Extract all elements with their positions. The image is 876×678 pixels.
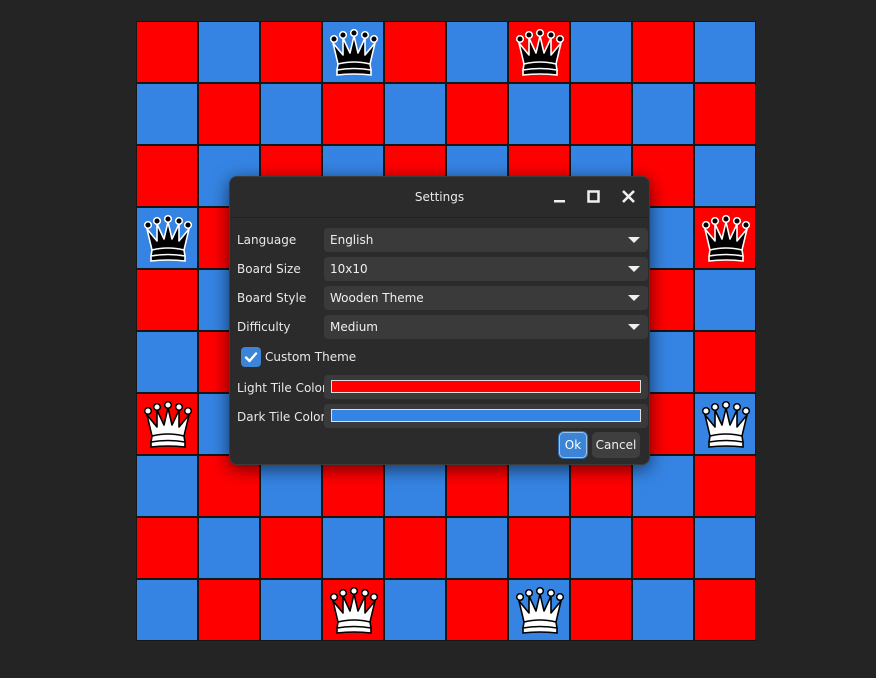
board-square[interactable] bbox=[632, 83, 694, 145]
board-size-label: Board Size bbox=[237, 262, 301, 276]
board-square[interactable] bbox=[570, 21, 632, 83]
board-square[interactable] bbox=[322, 83, 384, 145]
dark-tile-color-label: Dark Tile Color bbox=[237, 410, 326, 424]
black-queen-icon bbox=[143, 214, 193, 262]
close-button[interactable] bbox=[619, 187, 639, 207]
board-square[interactable] bbox=[694, 21, 756, 83]
black-queen-icon bbox=[701, 214, 751, 262]
black-queen-icon bbox=[329, 28, 379, 76]
board-square[interactable] bbox=[632, 21, 694, 83]
board-square[interactable] bbox=[694, 83, 756, 145]
board-square[interactable] bbox=[384, 83, 446, 145]
light-tile-color-label: Light Tile Color bbox=[237, 381, 327, 395]
white-queen-icon bbox=[701, 400, 751, 448]
board-square[interactable] bbox=[632, 517, 694, 579]
black-queen-icon bbox=[515, 28, 565, 76]
board-square[interactable] bbox=[694, 517, 756, 579]
board-square[interactable] bbox=[632, 579, 694, 641]
language-select[interactable]: English bbox=[324, 228, 648, 252]
board-square[interactable] bbox=[260, 21, 322, 83]
settings-dialog: Settings Language English Board Size 10x… bbox=[229, 176, 650, 465]
light-tile-color-picker[interactable] bbox=[324, 375, 648, 399]
chevron-down-icon bbox=[628, 295, 640, 301]
board-square[interactable] bbox=[136, 455, 198, 517]
board-square[interactable] bbox=[322, 21, 384, 83]
board-square[interactable] bbox=[694, 331, 756, 393]
board-square[interactable] bbox=[322, 579, 384, 641]
board-square[interactable] bbox=[198, 517, 260, 579]
board-square[interactable] bbox=[136, 207, 198, 269]
board-style-value: Wooden Theme bbox=[330, 291, 424, 305]
board-square[interactable] bbox=[136, 331, 198, 393]
difficulty-value: Medium bbox=[330, 320, 378, 334]
board-square[interactable] bbox=[694, 393, 756, 455]
language-value: English bbox=[330, 233, 374, 247]
board-square[interactable] bbox=[260, 579, 322, 641]
white-queen-icon bbox=[143, 400, 193, 448]
board-square[interactable] bbox=[384, 21, 446, 83]
board-square[interactable] bbox=[508, 21, 570, 83]
language-label: Language bbox=[237, 233, 297, 247]
board-square[interactable] bbox=[694, 579, 756, 641]
board-square[interactable] bbox=[446, 21, 508, 83]
board-square[interactable] bbox=[260, 517, 322, 579]
board-square[interactable] bbox=[694, 455, 756, 517]
ok-button[interactable]: Ok bbox=[559, 432, 587, 458]
board-style-label: Board Style bbox=[237, 291, 307, 305]
board-square[interactable] bbox=[446, 83, 508, 145]
board-square[interactable] bbox=[384, 579, 446, 641]
board-square[interactable] bbox=[136, 393, 198, 455]
board-square[interactable] bbox=[694, 145, 756, 207]
board-size-select[interactable]: 10x10 bbox=[324, 257, 648, 281]
board-square[interactable] bbox=[384, 517, 446, 579]
board-square[interactable] bbox=[570, 517, 632, 579]
board-square[interactable] bbox=[198, 83, 260, 145]
dark-tile-color-swatch bbox=[331, 409, 641, 422]
custom-theme-checkbox[interactable] bbox=[241, 347, 261, 367]
difficulty-select[interactable]: Medium bbox=[324, 315, 648, 339]
dialog-titlebar: Settings bbox=[230, 177, 649, 218]
chevron-down-icon bbox=[628, 237, 640, 243]
board-style-select[interactable]: Wooden Theme bbox=[324, 286, 648, 310]
board-square[interactable] bbox=[508, 579, 570, 641]
board-square[interactable] bbox=[136, 145, 198, 207]
board-square[interactable] bbox=[136, 579, 198, 641]
chevron-down-icon bbox=[628, 324, 640, 330]
checkmark-icon bbox=[244, 352, 258, 363]
board-square[interactable] bbox=[198, 21, 260, 83]
board-size-value: 10x10 bbox=[330, 262, 368, 276]
white-queen-icon bbox=[515, 586, 565, 634]
board-square[interactable] bbox=[446, 517, 508, 579]
board-square[interactable] bbox=[322, 517, 384, 579]
close-icon bbox=[622, 190, 635, 203]
minimize-button[interactable] bbox=[550, 187, 570, 207]
white-queen-icon bbox=[329, 586, 379, 634]
board-square[interactable] bbox=[260, 83, 322, 145]
board-square[interactable] bbox=[136, 21, 198, 83]
dark-tile-color-picker[interactable] bbox=[324, 404, 648, 428]
custom-theme-label: Custom Theme bbox=[265, 350, 357, 364]
board-square[interactable] bbox=[198, 579, 260, 641]
chevron-down-icon bbox=[628, 266, 640, 272]
board-square[interactable] bbox=[136, 269, 198, 331]
board-square[interactable] bbox=[694, 207, 756, 269]
minimize-icon bbox=[554, 200, 565, 203]
board-square[interactable] bbox=[570, 579, 632, 641]
board-square[interactable] bbox=[136, 83, 198, 145]
board-square[interactable] bbox=[508, 517, 570, 579]
light-tile-color-swatch bbox=[331, 380, 641, 393]
board-square[interactable] bbox=[136, 517, 198, 579]
maximize-icon bbox=[587, 190, 600, 203]
maximize-button[interactable] bbox=[584, 187, 604, 207]
board-square[interactable] bbox=[446, 579, 508, 641]
difficulty-label: Difficulty bbox=[237, 320, 291, 334]
board-square[interactable] bbox=[694, 269, 756, 331]
cancel-button[interactable]: Cancel bbox=[592, 432, 640, 458]
board-square[interactable] bbox=[570, 83, 632, 145]
board-square[interactable] bbox=[508, 83, 570, 145]
